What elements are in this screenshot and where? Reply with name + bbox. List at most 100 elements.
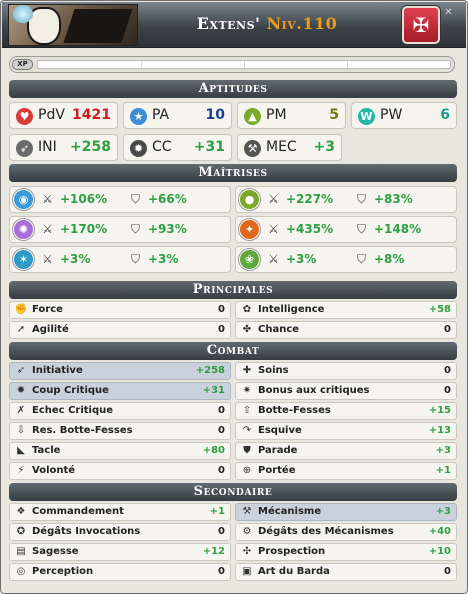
stat-label: Initiative [32,365,83,376]
paw-icon: ❖ [16,506,26,517]
stat-value: +58 [428,304,451,315]
stat-row-botte-fesses[interactable]: ⇧ Botte-Fesses +15 [235,402,457,420]
aptitude-label: MEC [266,139,297,155]
stat-row-volonté[interactable]: ⚡ Volonté 0 [9,462,231,480]
aptitude-card-cc[interactable]: ✹ CC +31 [123,134,232,161]
stat-label: Tacle [32,445,61,456]
stat-row-tacle[interactable]: ◣ Tacle +80 [9,442,231,460]
bag-icon: ▣ [242,566,252,577]
stat-value: +3 [435,445,451,456]
stat-value: 0 [218,465,225,476]
stat-label: Agilité [32,324,69,335]
mastery-resist-value: +8% [374,252,405,266]
stat-label: Echec Critique [32,405,114,416]
stat-label: Force [32,304,63,315]
mechanism-icon: ⚒ [244,140,261,157]
stat-label: Perception [32,566,94,577]
mastery-row-earth[interactable]: ● ⚔ +227% ⛉ +83% [235,186,457,213]
character-title: Extens' Niv.110 [142,14,392,33]
stat-row-bonus-aux-critiques[interactable]: ✷ Bonus aux critiques 0 [235,382,457,400]
stat-row-agilité[interactable]: ➚ Agilité 0 [9,321,231,339]
stat-row-prospection[interactable]: ✣ Prospection +10 [235,543,457,561]
sword-icon: ⚔ [42,252,53,266]
character-portrait [8,4,138,46]
mastery-row-air[interactable]: ✺ ⚔ +170% ⛉ +93% [9,216,231,243]
stat-value: 0 [218,304,225,315]
sword-icon: ⚔ [42,222,53,236]
stat-label: Volonté [32,465,76,476]
stat-value: +31 [202,385,225,396]
aptitude-value: +31 [193,139,225,155]
stat-label: Art du Barda [258,566,330,577]
stat-row-res-botte-fesses[interactable]: ⇩ Res. Botte-Fesses 0 [9,422,231,440]
class-emblem-icon[interactable]: ✠ [402,6,440,44]
stat-label: Intelligence [258,304,325,315]
aptitude-card-pw[interactable]: W PW 6 [351,102,457,129]
aptitude-card-pm[interactable]: ▲ PM 5 [237,102,346,129]
character-header: Extens' Niv.110 ✠ ✕ [2,2,466,48]
stat-row-perception[interactable]: ◎ Perception 0 [9,563,231,581]
stat-row-dégâts-invocations[interactable]: ✪ Dégâts Invocations 0 [9,523,231,541]
aptitude-card-pdv[interactable]: ♥ PdV 1421 [9,102,118,129]
stat-row-coup-critique[interactable]: ✹ Coup Critique +31 [9,382,231,400]
stat-label: Dégâts Invocations [32,526,141,537]
aptitude-card-pa[interactable]: ★ PA 10 [123,102,232,129]
mastery-attack-value: +3% [286,252,317,266]
stat-row-sagesse[interactable]: ▤ Sagesse +12 [9,543,231,561]
initiative-icon: ➶ [16,140,33,157]
mastery-resist-value: +148% [374,222,422,236]
stat-label: Portée [258,465,296,476]
xp-progress-bar [37,60,451,69]
clover-icon: ✤ [242,324,252,335]
character-name: Extens' [196,14,261,33]
tackle-icon: ◣ [17,445,25,456]
aptitude-card-ini[interactable]: ➶ INI +258 [9,134,118,161]
mastery-attack-value: +227% [286,192,334,206]
stat-row-mécanisme[interactable]: ⚒ Mécanisme +3 [235,503,457,521]
initiative-icon: ➶ [16,365,26,376]
stat-label: Sagesse [32,546,79,557]
running-icon: ➚ [16,324,26,335]
stat-row-force[interactable]: ✊ Force 0 [9,301,231,319]
section-maitrises: Maîtrises [9,164,457,182]
kick-resist-icon: ⇩ [16,425,26,436]
stat-value: 0 [444,324,451,335]
sword-icon: ⚔ [268,252,279,266]
stat-value: 0 [218,425,225,436]
stat-row-esquive[interactable]: ↷ Esquive +13 [235,422,457,440]
character-level: Niv.110 [266,14,338,33]
aptitude-card-mec[interactable]: ⚒ MEC +3 [237,134,342,161]
stat-value: 0 [218,526,225,537]
sword-icon: ⚔ [268,192,279,206]
stat-value: +1 [435,465,451,476]
mastery-attack-value: +106% [60,192,108,206]
stat-row-intelligence[interactable]: ✿ Intelligence +58 [235,301,457,319]
book-icon: ▤ [16,546,26,557]
stat-row-portée[interactable]: ⊕ Portée +1 [235,462,457,480]
willpower-icon: ⚡ [17,465,25,476]
stat-label: Mécanisme [258,506,322,517]
water-icon: ◉ [13,189,34,210]
stat-row-soins[interactable]: ✚ Soins 0 [235,362,457,380]
mastery-resist-value: +66% [148,192,187,206]
stat-label: Chance [258,324,300,335]
mastery-row-stasis[interactable]: ✶ ⚔ +3% ⛉ +3% [9,246,231,273]
stat-row-art-du-barda[interactable]: ▣ Art du Barda 0 [235,563,457,581]
stat-label: Res. Botte-Fesses [32,425,133,436]
aptitude-value: 5 [329,107,339,123]
stat-row-dégâts-des-mécanismes[interactable]: ⚙ Dégâts des Mécanismes +40 [235,523,457,541]
mastery-row-nature[interactable]: ❀ ⚔ +3% ⛉ +8% [235,246,457,273]
stat-row-parade[interactable]: ⛊ Parade +3 [235,442,457,460]
stat-row-echec-critique[interactable]: ✗ Echec Critique 0 [9,402,231,420]
mastery-row-water[interactable]: ◉ ⚔ +106% ⛉ +66% [9,186,231,213]
nature-icon: ❀ [239,249,260,270]
shield-icon: ⛉ [130,252,140,266]
stat-label: Parade [258,445,298,456]
stat-row-chance[interactable]: ✤ Chance 0 [235,321,457,339]
mechanism-damage-icon: ⚙ [242,526,252,537]
stat-row-initiative[interactable]: ➶ Initiative +258 [9,362,231,380]
stat-row-commandement[interactable]: ❖ Commandement +1 [9,503,231,521]
stasis-icon: ✶ [13,249,34,270]
mastery-row-fire[interactable]: ✦ ⚔ +435% ⛉ +148% [235,216,457,243]
close-button[interactable]: ✕ [443,7,454,18]
